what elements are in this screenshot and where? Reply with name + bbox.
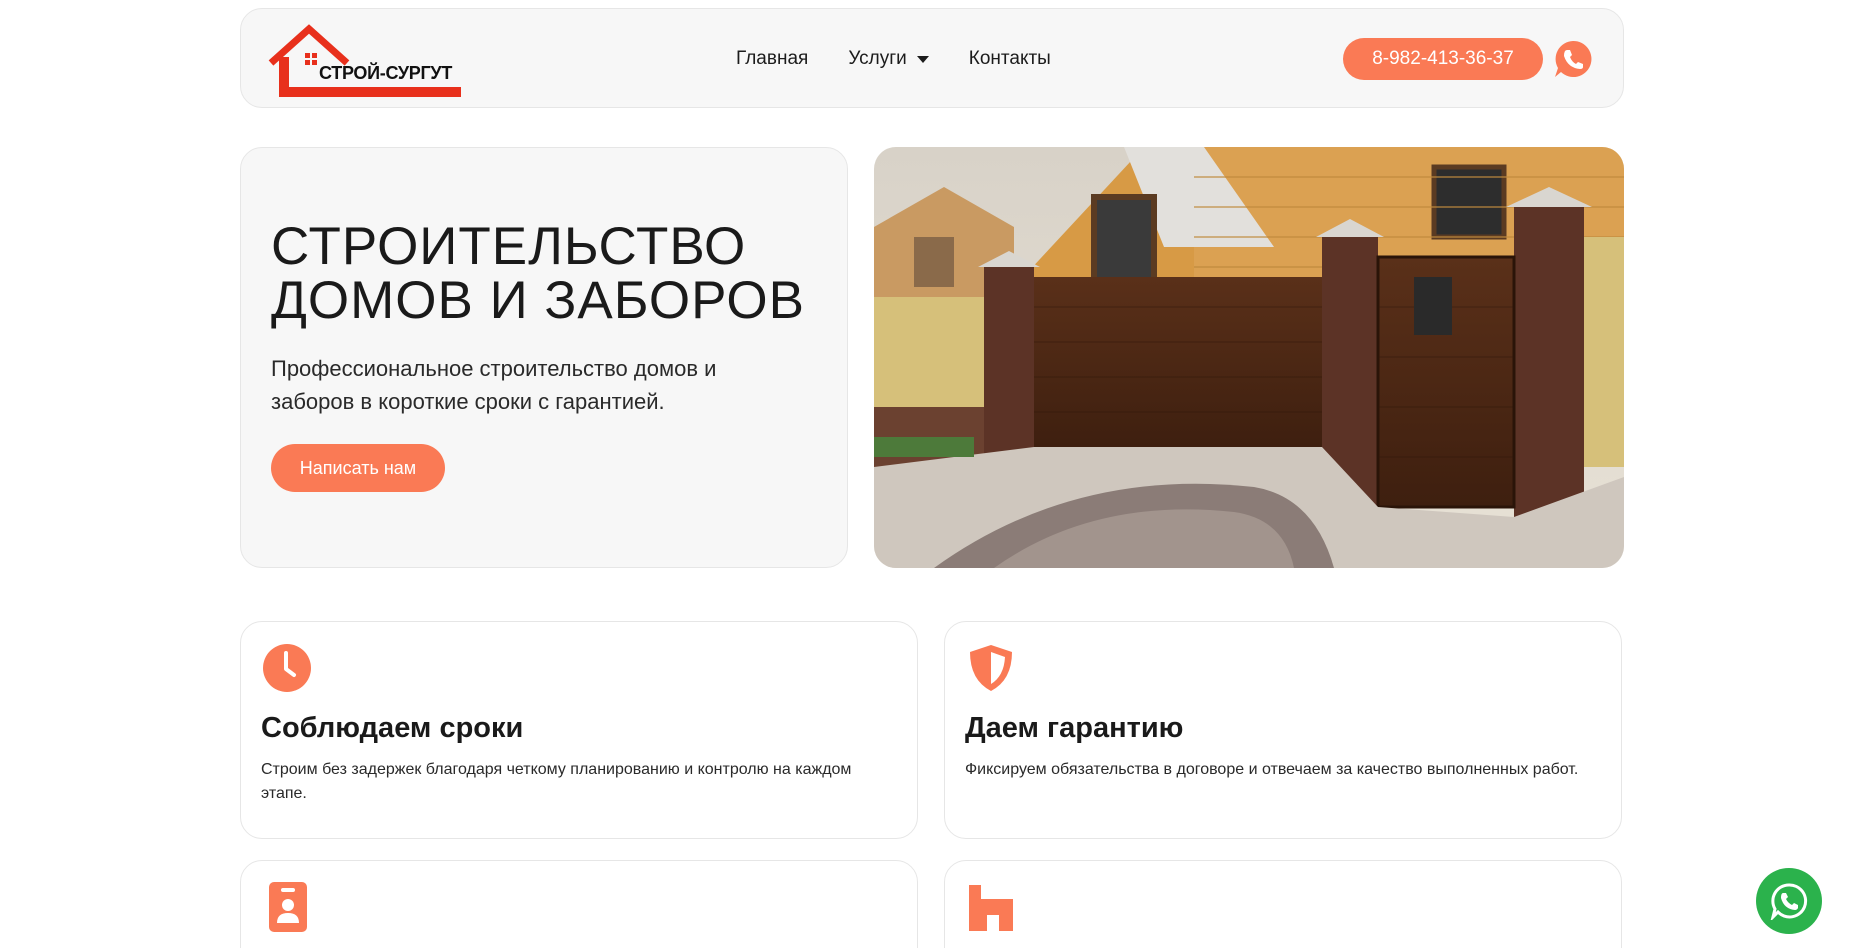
feature-card-guarantee: Даем гарантию Фиксируем обязательства в … xyxy=(944,621,1622,839)
feature-title: Соблюдаем сроки xyxy=(261,712,524,744)
hero-card: СТРОИТЕЛЬСТВО ДОМОВ И ЗАБОРОВ Профессион… xyxy=(240,147,848,568)
phone-chat-icon[interactable] xyxy=(1553,39,1593,79)
logo-text: СТРОЙ-СУРГУТ xyxy=(319,63,453,83)
shield-icon xyxy=(970,645,1012,691)
feature-text: Фиксируем обязательства в договоре и отв… xyxy=(965,761,1579,778)
hero-title: СТРОИТЕЛЬСТВО ДОМОВ И ЗАБОРОВ xyxy=(271,217,805,330)
id-badge-icon xyxy=(269,882,307,932)
logo[interactable]: СТРОЙ-СУРГУТ xyxy=(267,23,467,101)
feature-text: Строим без задержек благодаря четкому пл… xyxy=(261,761,852,802)
nav-contacts-label: Контакты xyxy=(968,48,1051,69)
house-fence-photo xyxy=(874,147,1624,568)
main-nav: Главная Услуги Контакты xyxy=(736,9,1051,109)
feature-card-4 xyxy=(944,860,1622,948)
logo-house-icon xyxy=(268,24,461,97)
caret-down-icon xyxy=(916,55,929,63)
home-icon xyxy=(969,885,1013,931)
hero-image xyxy=(874,147,1624,568)
nav-home[interactable]: Главная xyxy=(736,48,808,70)
feature-title: Даем гарантию xyxy=(965,712,1184,744)
nav-home-label: Главная xyxy=(736,48,809,69)
nav-services[interactable]: Услуги xyxy=(848,48,929,70)
feature-card-3 xyxy=(240,860,918,948)
nav-contacts[interactable]: Контакты xyxy=(969,48,1051,70)
nav-services-label: Услуги xyxy=(848,48,907,69)
site-header: СТРОЙ-СУРГУТ Главная Услуги Контакты 8-9… xyxy=(240,8,1624,108)
whatsapp-button[interactable] xyxy=(1756,868,1822,934)
whatsapp-icon xyxy=(1770,883,1808,920)
hero-subtitle: Профессиональное строительство домов и з… xyxy=(271,356,717,414)
feature-card-deadlines: Соблюдаем сроки Строим без задержек благ… xyxy=(240,621,918,839)
write-us-button[interactable]: Написать нам xyxy=(271,444,445,492)
clock-icon xyxy=(263,644,311,692)
phone-button[interactable]: 8-982-413-36-37 xyxy=(1343,38,1543,80)
